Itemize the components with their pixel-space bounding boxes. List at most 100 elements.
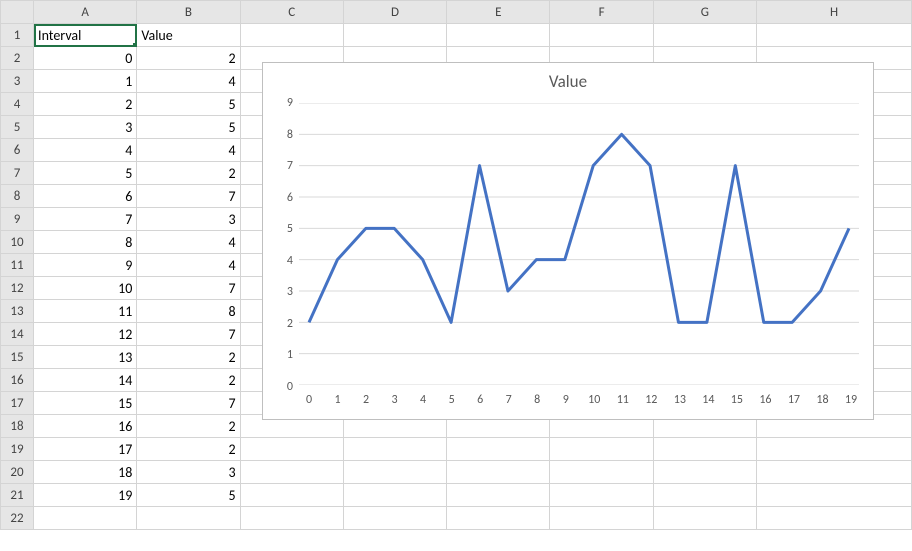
cell-E19[interactable] <box>447 438 550 461</box>
cell-E20[interactable] <box>447 461 550 484</box>
cell-C21[interactable] <box>240 484 343 507</box>
cell-A8[interactable]: 6 <box>34 185 137 208</box>
cell-A21[interactable]: 19 <box>34 484 137 507</box>
cell-A7[interactable]: 5 <box>34 162 137 185</box>
cell-B7[interactable]: 2 <box>137 162 240 185</box>
row-header-10[interactable]: 10 <box>1 231 34 254</box>
row-header-11[interactable]: 11 <box>1 254 34 277</box>
cell-C20[interactable] <box>240 461 343 484</box>
cell-G20[interactable] <box>653 461 756 484</box>
cell-B2[interactable]: 2 <box>137 47 240 70</box>
row-header-16[interactable]: 16 <box>1 369 34 392</box>
column-header-G[interactable]: G <box>653 1 756 24</box>
cell-A11[interactable]: 9 <box>34 254 137 277</box>
row-header-20[interactable]: 20 <box>1 461 34 484</box>
column-header-B[interactable]: B <box>137 1 240 24</box>
select-all-corner[interactable] <box>1 1 34 24</box>
cell-B1[interactable]: Value <box>137 24 240 47</box>
cell-H20[interactable] <box>757 461 912 484</box>
row-header-12[interactable]: 12 <box>1 277 34 300</box>
cell-E21[interactable] <box>447 484 550 507</box>
cell-A12[interactable]: 10 <box>34 277 137 300</box>
cell-B12[interactable]: 7 <box>137 277 240 300</box>
cell-B14[interactable]: 7 <box>137 323 240 346</box>
cell-G21[interactable] <box>653 484 756 507</box>
cell-E1[interactable] <box>447 24 550 47</box>
cell-A3[interactable]: 1 <box>34 70 137 93</box>
cell-B21[interactable]: 5 <box>137 484 240 507</box>
cell-E22[interactable] <box>447 507 550 530</box>
cell-A1[interactable]: Interval <box>34 24 137 47</box>
cell-D1[interactable] <box>343 24 446 47</box>
row-header-21[interactable]: 21 <box>1 484 34 507</box>
embedded-chart[interactable]: Value 0123456789012345678910111213141516… <box>262 62 874 420</box>
cell-G19[interactable] <box>653 438 756 461</box>
cell-D19[interactable] <box>343 438 446 461</box>
row-header-17[interactable]: 17 <box>1 392 34 415</box>
cell-H21[interactable] <box>757 484 912 507</box>
column-header-H[interactable]: H <box>757 1 912 24</box>
cell-B9[interactable]: 3 <box>137 208 240 231</box>
cell-A19[interactable]: 17 <box>34 438 137 461</box>
column-header-F[interactable]: F <box>550 1 653 24</box>
row-header-22[interactable]: 22 <box>1 507 34 530</box>
cell-C1[interactable] <box>240 24 343 47</box>
cell-A2[interactable]: 0 <box>34 47 137 70</box>
cell-B20[interactable]: 3 <box>137 461 240 484</box>
cell-B15[interactable]: 2 <box>137 346 240 369</box>
cell-B16[interactable]: 2 <box>137 369 240 392</box>
cell-H19[interactable] <box>757 438 912 461</box>
cell-B4[interactable]: 5 <box>137 93 240 116</box>
cell-B13[interactable]: 8 <box>137 300 240 323</box>
row-header-14[interactable]: 14 <box>1 323 34 346</box>
cell-F20[interactable] <box>550 461 653 484</box>
row-header-2[interactable]: 2 <box>1 47 34 70</box>
row-header-8[interactable]: 8 <box>1 185 34 208</box>
column-header-D[interactable]: D <box>343 1 446 24</box>
column-header-C[interactable]: C <box>240 1 343 24</box>
cell-B19[interactable]: 2 <box>137 438 240 461</box>
row-header-13[interactable]: 13 <box>1 300 34 323</box>
row-header-18[interactable]: 18 <box>1 415 34 438</box>
cell-F22[interactable] <box>550 507 653 530</box>
row-header-1[interactable]: 1 <box>1 24 34 47</box>
row-header-3[interactable]: 3 <box>1 70 34 93</box>
row-header-7[interactable]: 7 <box>1 162 34 185</box>
cell-A20[interactable]: 18 <box>34 461 137 484</box>
cell-A4[interactable]: 2 <box>34 93 137 116</box>
cell-A9[interactable]: 7 <box>34 208 137 231</box>
column-header-E[interactable]: E <box>447 1 550 24</box>
cell-F19[interactable] <box>550 438 653 461</box>
cell-A18[interactable]: 16 <box>34 415 137 438</box>
cell-A13[interactable]: 11 <box>34 300 137 323</box>
cell-B18[interactable]: 2 <box>137 415 240 438</box>
cell-H1[interactable] <box>757 24 912 47</box>
row-header-15[interactable]: 15 <box>1 346 34 369</box>
row-header-9[interactable]: 9 <box>1 208 34 231</box>
row-header-4[interactable]: 4 <box>1 93 34 116</box>
cell-G1[interactable] <box>653 24 756 47</box>
cell-D20[interactable] <box>343 461 446 484</box>
cell-D22[interactable] <box>343 507 446 530</box>
cell-A5[interactable]: 3 <box>34 116 137 139</box>
cell-A10[interactable]: 8 <box>34 231 137 254</box>
row-header-19[interactable]: 19 <box>1 438 34 461</box>
row-header-6[interactable]: 6 <box>1 139 34 162</box>
cell-A16[interactable]: 14 <box>34 369 137 392</box>
cell-H22[interactable] <box>757 507 912 530</box>
cell-C22[interactable] <box>240 507 343 530</box>
row-header-5[interactable]: 5 <box>1 116 34 139</box>
cell-B8[interactable]: 7 <box>137 185 240 208</box>
cell-B22[interactable] <box>137 507 240 530</box>
cell-B5[interactable]: 5 <box>137 116 240 139</box>
cell-A17[interactable]: 15 <box>34 392 137 415</box>
cell-C19[interactable] <box>240 438 343 461</box>
cell-B11[interactable]: 4 <box>137 254 240 277</box>
cell-D21[interactable] <box>343 484 446 507</box>
cell-F1[interactable] <box>550 24 653 47</box>
cell-A6[interactable]: 4 <box>34 139 137 162</box>
cell-B10[interactable]: 4 <box>137 231 240 254</box>
cell-A22[interactable] <box>34 507 137 530</box>
cell-B6[interactable]: 4 <box>137 139 240 162</box>
cell-B3[interactable]: 4 <box>137 70 240 93</box>
